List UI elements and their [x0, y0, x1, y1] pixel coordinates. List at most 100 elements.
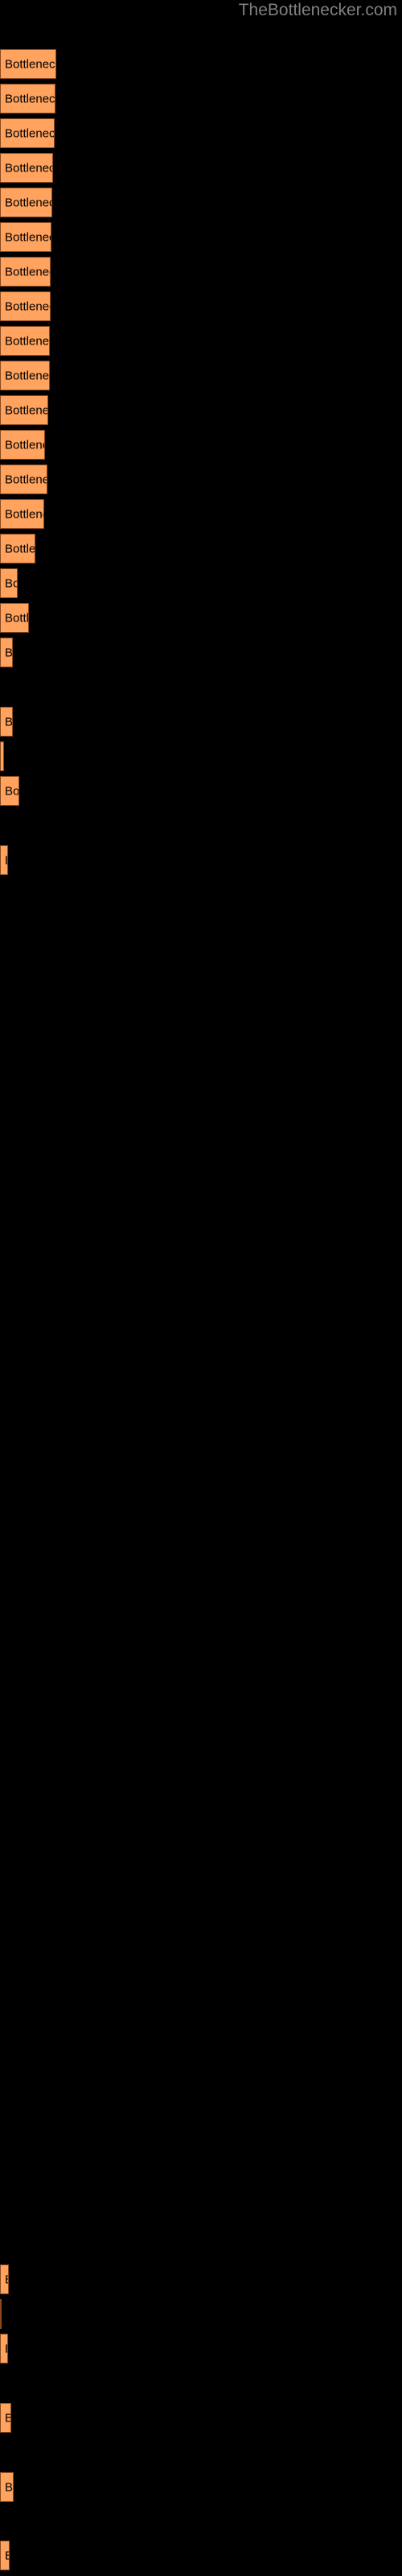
bar-label: Bottleneck result: [5, 196, 51, 209]
bar-row: [0, 1915, 402, 1950]
bar: Bottleneck result: [0, 741, 4, 771]
bar-row: [0, 1534, 402, 1569]
bar-label: Bottleneck result: [5, 473, 47, 486]
bar-row: Bottleneck result: [0, 184, 402, 219]
bar: Bottleneck result: [0, 776, 19, 806]
bar-row: [0, 807, 402, 842]
bar-row: Bottleneck result: [0, 496, 402, 530]
bar-row: [0, 1604, 402, 1638]
bar-row: Bottleneck result: [0, 600, 402, 634]
bar: Bottleneck result: [0, 845, 8, 875]
bar-row: [0, 1465, 402, 1500]
bar: Bottleneck result: [0, 257, 51, 287]
bar-row: [0, 1846, 402, 1880]
bar-row: Bottleneck result: [0, 842, 402, 877]
bar-label: Bottleneck result: [5, 265, 50, 279]
bar-label: Bottleneck result: [5, 853, 7, 867]
bar-label: Bottleneck result: [5, 2480, 14, 2494]
bar-row: [0, 1638, 402, 1673]
bar-label: Bottleneck result: [5, 92, 55, 105]
bar-row: [0, 2088, 402, 2123]
bar-label: Bottleneck result: [5, 2342, 7, 2355]
bar: Bottleneck result: [0, 222, 51, 252]
bar-row: Bottleneck result: [0, 357, 402, 392]
bar: Bottleneck result: [0, 2403, 11, 2433]
bar-label: Bottleneck result: [5, 230, 51, 244]
bar-row: [0, 1673, 402, 1707]
bar-label: Bottleneck result: [5, 403, 47, 417]
bar: Bottleneck result: [0, 188, 52, 217]
bar-row: Bottleneck result: [0, 46, 402, 80]
bar-label: Bottleneck result: [5, 646, 13, 659]
bar-row: Bottleneck result: [0, 704, 402, 738]
bar-row: Bottleneck result: [0, 2296, 402, 2330]
bar-row: Bottleneck result: [0, 323, 402, 357]
bar-row: [0, 1742, 402, 1777]
bar-row: Bottleneck result: [0, 2400, 402, 2434]
bar-row: Bottleneck result: [0, 773, 402, 807]
bar-row: [0, 1880, 402, 1915]
bar-row: [0, 946, 402, 980]
bar-row: Bottleneck result: [0, 461, 402, 496]
bar-row: [0, 1188, 402, 1223]
bar-row: [0, 1119, 402, 1154]
bar: Bottleneck result: [0, 499, 44, 529]
bar-row: [0, 2123, 402, 2157]
bar-row: [0, 1950, 402, 1984]
bar-row: [0, 980, 402, 1015]
bar-row: [0, 2192, 402, 2227]
bar-row: [0, 1223, 402, 1257]
bar-label: Bottleneck result: [5, 2411, 10, 2425]
bar-row: [0, 2054, 402, 2088]
bar-row: Bottleneck result: [0, 2261, 402, 2296]
bar-row: [0, 1777, 402, 1811]
bar-row: [0, 1292, 402, 1327]
bar: Bottleneck result: [0, 638, 13, 667]
bar-row: [0, 1257, 402, 1292]
bar-row: [0, 1811, 402, 1846]
bar-label: Bottleneck result: [5, 611, 29, 625]
bar-row: Bottleneck result: [0, 738, 402, 773]
bar-row: [0, 1154, 402, 1188]
bar-label: Bottleneck result: [5, 126, 55, 140]
bar: Bottleneck result: [0, 118, 55, 148]
bar-label: Bottleneck result: [5, 438, 44, 452]
bar: Bottleneck result: [0, 395, 48, 425]
bar-row: [0, 1361, 402, 1396]
bar: Bottleneck result: [0, 2334, 8, 2363]
bar-row: Bottleneck result: [0, 150, 402, 184]
bar-row: [0, 2157, 402, 2192]
bar: Bottleneck result: [0, 603, 29, 633]
bar-row: [0, 1500, 402, 1534]
bar-row: Bottleneck result: [0, 80, 402, 115]
bar: Bottleneck result: [0, 707, 13, 737]
bar-row: Bottleneck result: [0, 2469, 402, 2504]
bar: Bottleneck result: [0, 2299, 2, 2329]
bar: Bottleneck result: [0, 568, 18, 598]
bar-row: [0, 877, 402, 911]
bar: Bottleneck result: [0, 464, 47, 494]
bar-row: [0, 2227, 402, 2261]
bar: Bottleneck result: [0, 361, 50, 390]
bar: Bottleneck result: [0, 326, 50, 356]
bar: Bottleneck result: [0, 430, 45, 460]
bar-label: Bottleneck result: [5, 715, 13, 729]
bar-label: Bottleneck result: [5, 334, 50, 348]
bar-label: Bottleneck result: [5, 2549, 9, 2562]
bar-row: [0, 1327, 402, 1361]
bar: Bottleneck result: [0, 534, 35, 564]
bar-row: Bottleneck result: [0, 565, 402, 600]
bar-row: [0, 669, 402, 704]
bar-row: [0, 911, 402, 946]
bar-label: Bottleneck result: [5, 542, 35, 555]
bar-label: Bottleneck result: [5, 369, 50, 382]
bar-label: Bottleneck result: [5, 299, 50, 313]
bar-row: Bottleneck result: [0, 2537, 402, 2572]
bottleneck-bar-chart: Bottleneck result Bottleneck result Bottle…: [0, 0, 402, 2576]
bar: Bottleneck result: [0, 49, 56, 79]
bar-row: [0, 1984, 402, 2019]
bar-row: [0, 1707, 402, 1742]
bar: Bottleneck result: [0, 291, 51, 321]
bar: Bottleneck result: [0, 153, 53, 183]
bar-row: [0, 1015, 402, 1050]
